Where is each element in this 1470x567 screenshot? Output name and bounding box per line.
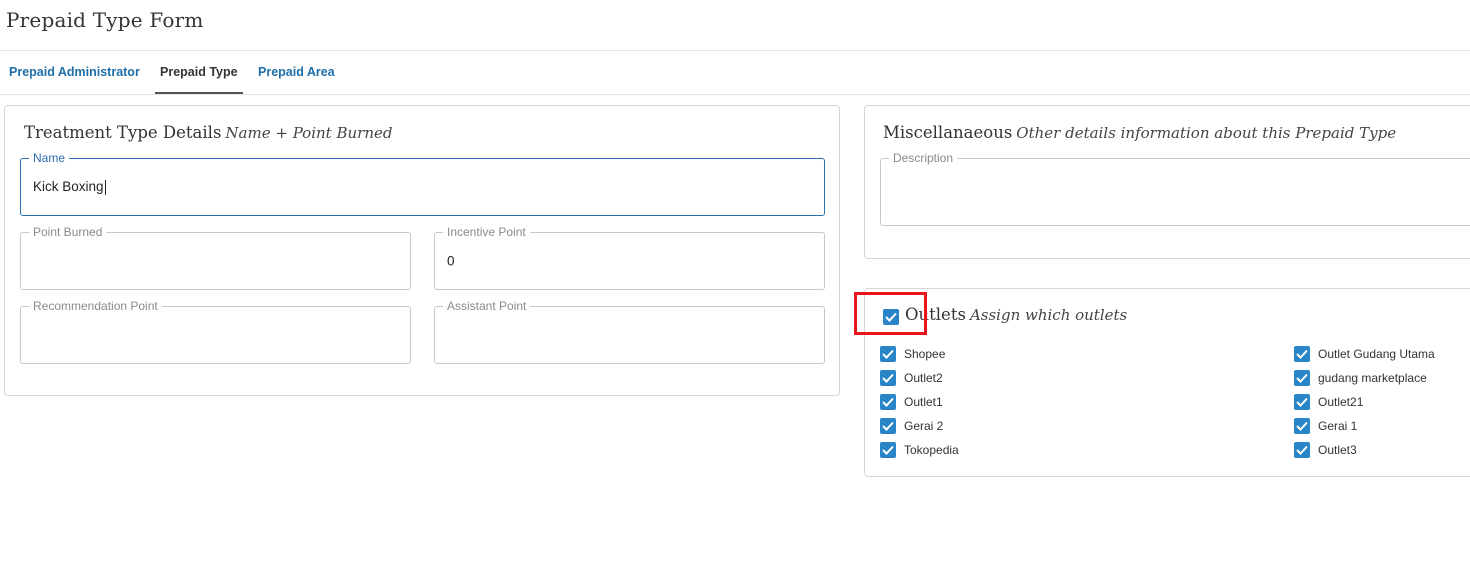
check-icon bbox=[1296, 421, 1308, 431]
incentive-point-value: 0 bbox=[447, 253, 455, 269]
misc-title: Miscellanaeous bbox=[883, 123, 1013, 142]
treatment-details-title: Treatment Type Details bbox=[24, 123, 222, 142]
outlet-checkbox-outlet3[interactable] bbox=[1294, 442, 1310, 458]
check-icon bbox=[1296, 397, 1308, 407]
tab-prepaid-area[interactable]: Prepaid Area bbox=[253, 51, 340, 95]
outlet-checkbox-shopee[interactable] bbox=[880, 346, 896, 362]
outlet-label-gerai-1: Gerai 1 bbox=[1318, 419, 1358, 433]
misc-card: Miscellanaeous Other details information … bbox=[864, 105, 1470, 259]
recommendation-point-field[interactable]: Recommendation Point bbox=[20, 299, 411, 364]
check-icon bbox=[882, 349, 894, 359]
outlet-label-gerai-2: Gerai 2 bbox=[904, 419, 944, 433]
name-input-container[interactable]: Kick Boxing bbox=[33, 179, 106, 195]
annotation-highlight-box bbox=[854, 292, 927, 335]
point-burned-field[interactable]: Point Burned bbox=[20, 225, 411, 290]
treatment-details-card: Treatment Type Details Name + Point Burne… bbox=[4, 105, 840, 396]
assistant-point-label: Assistant Point bbox=[443, 299, 531, 313]
check-icon bbox=[1296, 445, 1308, 455]
point-burned-label: Point Burned bbox=[29, 225, 107, 239]
treatment-details-heading: Treatment Type Details Name + Point Burne… bbox=[24, 123, 392, 142]
description-field[interactable]: Description bbox=[880, 151, 1470, 226]
outlet-checkbox-outlet-gudang-utama[interactable] bbox=[1294, 346, 1310, 362]
outlet-checkbox-gudang-marketplace[interactable] bbox=[1294, 370, 1310, 386]
outlet-label-gudang-marketplace: gudang marketplace bbox=[1318, 371, 1427, 385]
misc-heading: Miscellanaeous Other details information … bbox=[883, 123, 1396, 142]
recommendation-point-label: Recommendation Point bbox=[29, 299, 162, 313]
check-icon bbox=[882, 397, 894, 407]
check-icon bbox=[882, 421, 894, 431]
outlet-label-shopee: Shopee bbox=[904, 347, 946, 361]
outlet-label-tokopedia: Tokopedia bbox=[904, 443, 959, 457]
outlets-card: Outlets Assign which outlets Shopee Outle… bbox=[864, 288, 1470, 477]
description-label: Description bbox=[889, 151, 958, 165]
text-caret bbox=[104, 179, 106, 195]
outlet-checkbox-outlet21[interactable] bbox=[1294, 394, 1310, 410]
incentive-point-label: Incentive Point bbox=[443, 225, 530, 239]
tabs-divider bbox=[0, 94, 1470, 95]
tab-prepaid-type[interactable]: Prepaid Type bbox=[155, 51, 243, 95]
misc-subtitle: Other details information about this Pre… bbox=[1016, 124, 1397, 142]
outlets-subtitle: Assign which outlets bbox=[969, 306, 1128, 324]
name-label: Name bbox=[29, 151, 70, 165]
check-icon bbox=[882, 445, 894, 455]
assistant-point-field[interactable]: Assistant Point bbox=[434, 299, 825, 364]
page-title: Prepaid Type Form bbox=[6, 8, 204, 32]
outlet-checkbox-gerai-1[interactable] bbox=[1294, 418, 1310, 434]
check-icon bbox=[1296, 373, 1308, 383]
outlet-label-outlet3: Outlet3 bbox=[1318, 443, 1357, 457]
outlet-label-outlet2: Outlet2 bbox=[904, 371, 943, 385]
incentive-point-field[interactable]: Incentive Point 0 bbox=[434, 225, 825, 290]
outlet-checkbox-outlet2[interactable] bbox=[880, 370, 896, 386]
outlets-heading: Outlets Assign which outlets bbox=[905, 305, 1127, 324]
check-icon bbox=[882, 373, 894, 383]
outlet-label-outlet-gudang-utama: Outlet Gudang Utama bbox=[1318, 347, 1435, 361]
name-value: Kick Boxing bbox=[33, 179, 104, 195]
outlet-label-outlet1: Outlet1 bbox=[904, 395, 943, 409]
tab-prepaid-administrator[interactable]: Prepaid Administrator bbox=[4, 51, 145, 95]
outlet-checkbox-tokopedia[interactable] bbox=[880, 442, 896, 458]
name-field[interactable]: Name Kick Boxing bbox=[20, 151, 825, 216]
check-icon bbox=[1296, 349, 1308, 359]
treatment-details-subtitle: Name + Point Burned bbox=[225, 124, 393, 142]
outlet-checkbox-outlet1[interactable] bbox=[880, 394, 896, 410]
outlet-label-outlet21: Outlet21 bbox=[1318, 395, 1364, 409]
outlet-checkbox-gerai-2[interactable] bbox=[880, 418, 896, 434]
